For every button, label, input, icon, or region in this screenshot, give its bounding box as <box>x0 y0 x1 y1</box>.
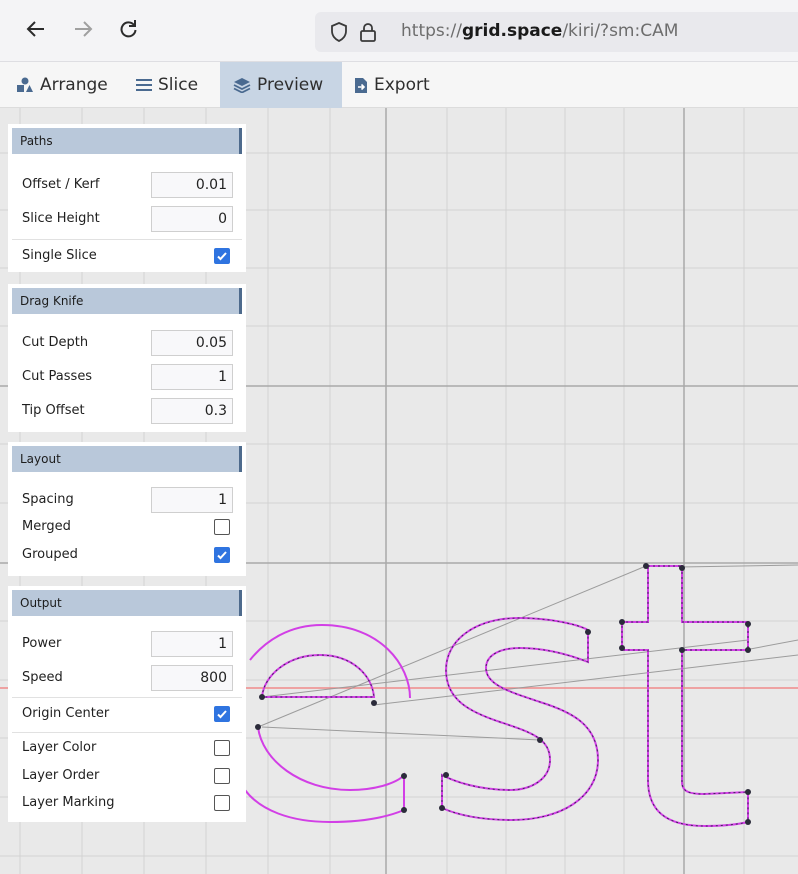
cut-depth-label: Cut Depth <box>22 335 89 350</box>
row-cut-passes: Cut Passes <box>8 360 246 394</box>
reload-icon <box>120 20 137 38</box>
layer-order-checkbox[interactable] <box>214 768 230 784</box>
offset-kerf-label: Offset / Kerf <box>22 177 100 192</box>
group-header-layout[interactable]: Layout <box>12 446 242 472</box>
spacing-input[interactable] <box>151 487 233 513</box>
layer-marking-label: Layer Marking <box>22 795 115 810</box>
row-offset-kerf: Offset / Kerf <box>8 168 246 202</box>
address-bar[interactable]: https://grid.space/kiri/?sm:CAM <box>315 12 798 52</box>
browser-toolbar: https://grid.space/kiri/?sm:CAM <box>0 0 798 62</box>
divider <box>12 732 242 733</box>
url-text[interactable]: https://grid.space/kiri/?sm:CAM <box>401 21 678 41</box>
single-slice-checkbox[interactable] <box>214 248 230 264</box>
row-layer-order: Layer Order <box>8 762 246 790</box>
layer-marking-checkbox[interactable] <box>214 795 230 811</box>
shapes-icon <box>16 77 34 93</box>
cut-passes-input[interactable] <box>151 364 233 390</box>
slice-height-input[interactable] <box>151 206 233 232</box>
checkmark-icon <box>217 551 227 560</box>
menu-arrange[interactable]: Arrange <box>8 62 116 108</box>
menu-export-label: Export <box>374 75 430 95</box>
row-slice-height: Slice Height <box>8 202 246 236</box>
spacing-label: Spacing <box>22 492 74 507</box>
speed-input[interactable] <box>151 665 233 691</box>
menu-slice[interactable]: Slice <box>128 62 206 108</box>
arrow-right-icon <box>75 21 93 37</box>
slice-height-label: Slice Height <box>22 211 100 226</box>
row-spacing: Spacing <box>8 483 246 517</box>
menu-preview-label: Preview <box>257 75 324 95</box>
cut-passes-label: Cut Passes <box>22 369 93 384</box>
origin-center-checkbox[interactable] <box>214 706 230 722</box>
travel-moves <box>257 564 798 741</box>
group-layout: Layout Spacing Merged Grouped <box>8 442 246 576</box>
layer-color-label: Layer Color <box>22 740 97 755</box>
origin-center-label: Origin Center <box>22 706 110 721</box>
row-merged: Merged <box>8 513 246 541</box>
lock-icon[interactable] <box>359 21 377 43</box>
tip-offset-input[interactable] <box>151 398 233 424</box>
row-cut-depth: Cut Depth <box>8 326 246 360</box>
group-drag-knife: Drag Knife Cut Depth Cut Passes Tip Offs… <box>8 284 246 432</box>
menu-slice-label: Slice <box>158 75 199 95</box>
grouped-checkbox[interactable] <box>214 547 230 563</box>
url-scheme: https:// <box>401 21 462 41</box>
group-paths: Paths Offset / Kerf Slice Height Single … <box>8 124 246 272</box>
app-menu-bar: Arrange Slice Preview Export <box>0 62 798 108</box>
layer-order-label: Layer Order <box>22 768 100 783</box>
row-speed: Speed <box>8 661 246 695</box>
offset-kerf-input[interactable] <box>151 172 233 198</box>
knife-pivot-points <box>255 563 751 825</box>
row-tip-offset: Tip Offset <box>8 394 246 428</box>
shield-icon[interactable] <box>329 21 349 43</box>
row-layer-marking: Layer Marking <box>8 789 246 817</box>
layer-color-checkbox[interactable] <box>214 740 230 756</box>
group-header-drag-knife[interactable]: Drag Knife <box>12 288 242 314</box>
row-layer-color: Layer Color <box>8 734 246 762</box>
menu-arrange-label: Arrange <box>40 75 108 95</box>
power-label: Power <box>22 636 62 651</box>
merged-label: Merged <box>22 519 71 534</box>
group-output: Output Power Speed Origin Center Layer C… <box>8 586 246 822</box>
url-host: grid.space <box>461 21 563 41</box>
group-header-paths[interactable]: Paths <box>12 128 242 154</box>
checkmark-icon <box>217 710 227 719</box>
group-header-output[interactable]: Output <box>12 590 242 616</box>
power-input[interactable] <box>151 631 233 657</box>
url-path: /kiri/?sm:CAM <box>562 21 679 41</box>
lines-icon <box>136 78 152 92</box>
back-button[interactable] <box>21 14 51 44</box>
checkmark-icon <box>217 252 227 261</box>
layers-icon <box>233 77 251 93</box>
row-single-slice: Single Slice <box>8 239 246 273</box>
speed-label: Speed <box>22 670 63 685</box>
tip-offset-label: Tip Offset <box>22 403 85 418</box>
single-slice-label: Single Slice <box>22 248 97 263</box>
file-export-icon <box>354 77 368 94</box>
forward-button[interactable] <box>68 14 98 44</box>
settings-panel: Paths Offset / Kerf Slice Height Single … <box>8 124 246 822</box>
menu-export[interactable]: Export <box>346 62 438 108</box>
grouped-label: Grouped <box>22 547 78 562</box>
arrow-left-icon <box>26 21 44 37</box>
cut-depth-input[interactable] <box>151 330 233 356</box>
reload-button[interactable] <box>113 14 143 44</box>
row-power: Power <box>8 627 246 661</box>
row-grouped: Grouped <box>8 541 246 569</box>
row-origin-center: Origin Center <box>8 697 246 731</box>
toolpath-outlines <box>244 565 749 828</box>
merged-checkbox[interactable] <box>214 519 230 535</box>
menu-preview[interactable]: Preview <box>220 62 342 108</box>
